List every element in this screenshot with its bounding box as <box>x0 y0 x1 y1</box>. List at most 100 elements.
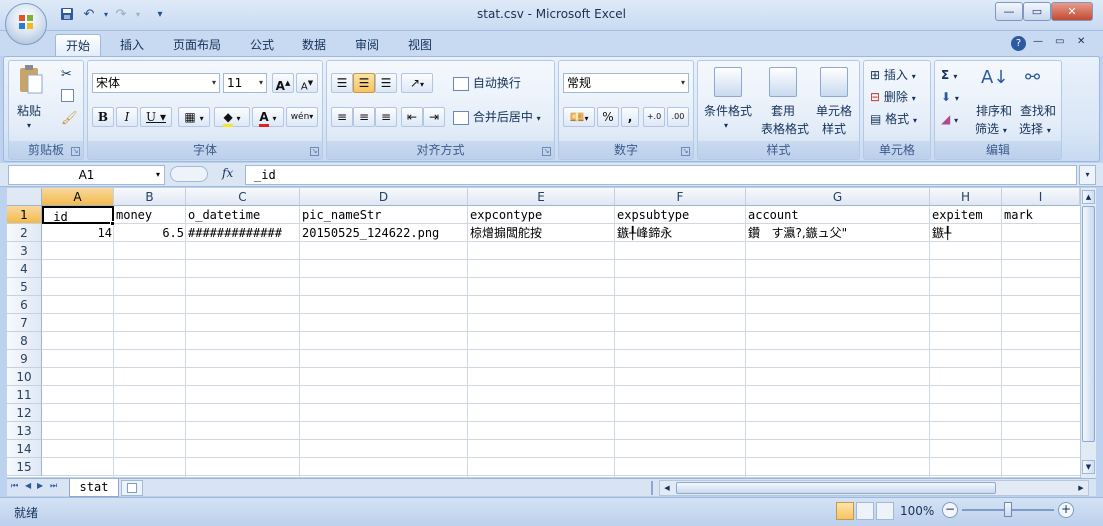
tab-insert[interactable]: 插入 <box>110 34 154 56</box>
zoom-level[interactable]: 100% <box>900 504 934 518</box>
wrap-text-button[interactable]: 自动换行 <box>453 73 521 93</box>
clear-button[interactable]: ◢ ▾ <box>941 111 958 129</box>
borders-button[interactable]: ▦ ▾ <box>178 107 210 127</box>
sheet-tab-stat[interactable]: stat <box>69 479 119 497</box>
column-header[interactable]: C <box>186 188 300 206</box>
column-header[interactable]: F <box>615 188 746 206</box>
cell-h1[interactable]: expitem <box>930 206 1002 224</box>
row-header[interactable]: 7 <box>7 314 42 332</box>
shrink-font-button[interactable]: A▼ <box>296 73 318 93</box>
column-header[interactable]: H <box>930 188 1002 206</box>
copy-icon[interactable] <box>61 89 74 102</box>
hscroll-thumb[interactable] <box>676 482 996 494</box>
font-color-button[interactable]: A ▾ <box>252 107 284 127</box>
cell-f1[interactable]: expsubtype <box>615 206 746 224</box>
prev-sheet-button[interactable]: ◀ <box>25 481 31 490</box>
fill-color-button[interactable]: ◆ ▾ <box>214 107 250 127</box>
row-header[interactable]: 3 <box>7 242 42 260</box>
underline-button[interactable]: U ▾ <box>140 107 172 127</box>
cell-a1[interactable]: _id <box>42 206 114 224</box>
minimize-button[interactable]: — <box>995 2 1023 21</box>
scroll-thumb[interactable] <box>1082 206 1095 442</box>
row-header[interactable]: 13 <box>7 422 42 440</box>
close-button[interactable]: ✕ <box>1051 2 1093 21</box>
align-bottom-button[interactable]: ☰ <box>375 73 397 93</box>
grow-font-button[interactable]: A▲ <box>272 73 294 93</box>
cell-c1[interactable]: o_datetime <box>186 206 300 224</box>
phonetic-button[interactable]: wén▾ <box>286 107 318 127</box>
normal-view-icon[interactable] <box>836 502 854 520</box>
delete-cells-button[interactable]: ⊟ 删除 ▾ <box>870 89 916 107</box>
align-right-button[interactable]: ≡ <box>375 107 397 127</box>
cell-b2[interactable]: 6.5 <box>114 224 186 242</box>
maximize-button[interactable]: ▭ <box>1023 2 1051 21</box>
insert-function-button[interactable]: fx <box>222 166 233 180</box>
row-header[interactable]: 11 <box>7 386 42 404</box>
font-launcher-icon[interactable]: ↘ <box>310 147 319 156</box>
comma-button[interactable]: , <box>621 107 639 127</box>
row-header[interactable]: 12 <box>7 404 42 422</box>
format-cells-button[interactable]: ▤ 格式 ▾ <box>870 111 917 129</box>
fill-button[interactable]: ⬇ ▾ <box>941 89 959 107</box>
column-header[interactable]: E <box>468 188 615 206</box>
cell-h2[interactable]: 鏃╀ <box>930 224 1002 242</box>
zoom-in-button[interactable]: + <box>1058 502 1074 518</box>
column-header[interactable]: D <box>300 188 468 206</box>
scroll-up-button[interactable]: ▲ <box>1082 190 1095 204</box>
cell-i1[interactable]: mark <box>1002 206 1080 224</box>
cell-d1[interactable]: pic_nameStr <box>300 206 468 224</box>
scroll-right-button[interactable]: ▶ <box>1074 481 1088 495</box>
insert-sheet-button[interactable] <box>121 480 143 496</box>
increase-indent-button[interactable]: ⇥ <box>423 107 445 127</box>
merge-center-button[interactable]: 合并后居中 ▾ <box>453 107 541 127</box>
tab-split-handle[interactable] <box>651 481 657 495</box>
conditional-formatting-button[interactable]: 条件格式 ▾ <box>702 65 754 139</box>
row-header[interactable]: 9 <box>7 350 42 368</box>
sort-filter-button[interactable]: A↓ 排序和 筛选 ▾ <box>973 65 1015 139</box>
currency-button[interactable]: 💴▾ <box>563 107 595 127</box>
formula-input[interactable]: _id <box>245 165 1077 185</box>
row-header[interactable]: 15 <box>7 458 42 476</box>
vertical-scrollbar[interactable]: ▲ ▼ <box>1080 188 1096 478</box>
cell-g2[interactable]: 鑽 す瀛?,鏃ュ父" <box>746 224 930 242</box>
help-icon[interactable]: ? <box>1011 36 1026 51</box>
column-header[interactable]: A <box>42 188 114 206</box>
decrease-decimal-button[interactable]: .00 <box>667 107 689 127</box>
number-format-select[interactable]: 常规 ▾ <box>563 73 689 93</box>
cell-f2[interactable]: 鏃╀峰鍗永 <box>615 224 746 242</box>
horizontal-scrollbar[interactable]: ◀ ▶ <box>659 480 1089 496</box>
alignment-launcher-icon[interactable]: ↘ <box>542 147 551 156</box>
insert-cells-button[interactable]: ⊞ 插入 ▾ <box>870 67 916 85</box>
zoom-slider-thumb[interactable] <box>1004 502 1012 517</box>
cell-g1[interactable]: account <box>746 206 930 224</box>
row-header[interactable]: 2 <box>7 224 42 242</box>
clipboard-launcher-icon[interactable]: ↘ <box>71 147 80 156</box>
column-header[interactable]: G <box>746 188 930 206</box>
tab-data[interactable]: 数据 <box>292 34 336 56</box>
cell-a2[interactable]: 14 <box>42 224 114 242</box>
cell-e1[interactable]: expcontype <box>468 206 615 224</box>
find-select-button[interactable]: ⚯ 查找和 选择 ▾ <box>1017 65 1059 139</box>
page-break-view-icon[interactable] <box>876 502 894 520</box>
cell-b1[interactable]: money <box>114 206 186 224</box>
office-button[interactable] <box>5 3 47 45</box>
row-header[interactable]: 6 <box>7 296 42 314</box>
bold-button[interactable]: B <box>92 107 114 127</box>
cut-icon[interactable]: ✂ <box>61 67 72 82</box>
tab-view[interactable]: 视图 <box>398 34 442 56</box>
align-middle-button[interactable]: ☰ <box>353 73 375 93</box>
select-all-button[interactable] <box>7 188 42 206</box>
format-as-table-button[interactable]: 套用 表格格式 <box>756 65 810 139</box>
cell-c2[interactable]: ############# <box>186 224 300 242</box>
ribbon-restore-button[interactable]: ▭ <box>1055 36 1064 47</box>
row-header[interactable]: 14 <box>7 440 42 458</box>
format-painter-icon[interactable]: 🖌 <box>61 111 78 126</box>
cell-i2[interactable] <box>1002 224 1080 242</box>
next-sheet-button[interactable]: ▶ <box>37 481 43 490</box>
align-top-button[interactable]: ☰ <box>331 73 353 93</box>
zoom-out-button[interactable]: − <box>942 502 958 518</box>
worksheet-grid[interactable]: A B C D E F G H I 1 2 3 4 5 6 7 8 9 10 1… <box>7 188 1080 477</box>
first-sheet-button[interactable]: ⏮ <box>11 481 18 491</box>
align-left-button[interactable]: ≡ <box>331 107 353 127</box>
cell-d2[interactable]: 20150525_124622.png <box>300 224 468 242</box>
